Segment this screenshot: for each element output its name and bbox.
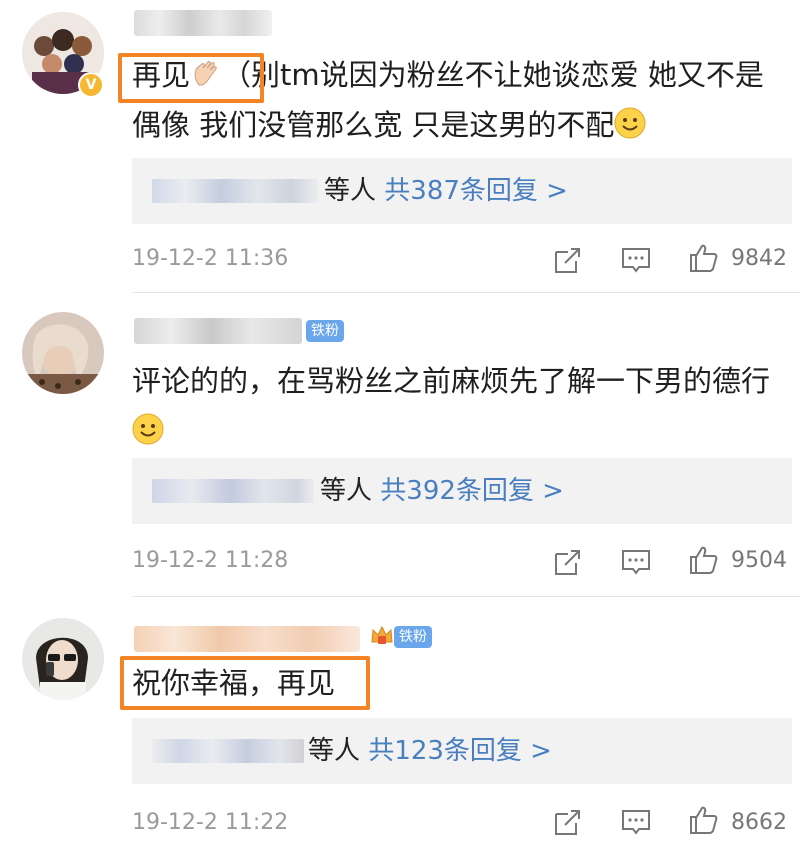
reply-summary[interactable]: 等人 共387条回复 > xyxy=(132,158,792,224)
comment-icon[interactable] xyxy=(620,546,652,578)
comment-icon[interactable] xyxy=(620,806,652,838)
comment-item: 铁粉 评论的的，在骂粉丝之前麻烦先了解一下男的德行 等人 共392条回复 > 1… xyxy=(0,294,800,600)
comment-item: 铁粉 祝你幸福，再见 等人 共123条回复 > 19-12-2 11:22 86… xyxy=(0,600,800,852)
comment-time: 19-12-2 11:36 xyxy=(132,246,289,271)
username[interactable] xyxy=(134,626,360,652)
fan-badge: 铁粉 xyxy=(306,320,344,342)
avatar[interactable] xyxy=(22,312,104,394)
reply-summary[interactable]: 等人 共123条回复 > xyxy=(132,718,792,784)
smile-emoji xyxy=(614,104,646,139)
fan-badge: 铁粉 xyxy=(394,626,432,648)
highlight-box xyxy=(120,656,370,710)
comment-item: V 再见 （别tm说因为粉丝不让她谈恋爱 她又不是偶像 我们没管那么宽 只是这男… xyxy=(0,0,800,294)
like-count: 9504 xyxy=(731,548,787,573)
share-icon[interactable] xyxy=(552,546,584,578)
comment-time: 19-12-2 11:22 xyxy=(132,810,289,835)
reply-deng-label: 等人 xyxy=(320,476,373,506)
smile-emoji xyxy=(132,410,164,445)
username[interactable] xyxy=(134,10,272,36)
reply-usernames-blurred xyxy=(152,479,314,503)
reply-deng-label: 等人 xyxy=(308,736,361,766)
username[interactable] xyxy=(134,318,302,344)
like-icon[interactable] xyxy=(688,804,720,836)
divider xyxy=(132,596,800,597)
divider xyxy=(132,292,800,293)
like-icon[interactable] xyxy=(688,242,720,274)
like-icon[interactable] xyxy=(688,544,720,576)
verified-icon: V xyxy=(78,72,104,98)
comment-text: 评论的的，在骂粉丝之前麻烦先了解一下男的德行 xyxy=(132,364,771,398)
comment-time: 19-12-2 11:28 xyxy=(132,548,289,573)
crown-icon xyxy=(370,624,394,646)
like-count: 8662 xyxy=(731,810,787,835)
view-replies-link[interactable]: 共123条回复 > xyxy=(368,736,552,766)
view-replies-link[interactable]: 共387条回复 > xyxy=(384,176,568,206)
share-icon[interactable] xyxy=(552,244,584,276)
reply-usernames-blurred xyxy=(152,179,318,203)
like-count: 9842 xyxy=(731,246,787,271)
view-replies-link[interactable]: 共392条回复 > xyxy=(380,476,564,506)
avatar[interactable] xyxy=(22,618,104,700)
share-icon[interactable] xyxy=(552,806,584,838)
comment-icon[interactable] xyxy=(620,244,652,276)
reply-summary[interactable]: 等人 共392条回复 > xyxy=(132,458,792,524)
highlight-box xyxy=(118,53,264,103)
reply-deng-label: 等人 xyxy=(324,176,377,206)
comment-content: 评论的的，在骂粉丝之前麻烦先了解一下男的德行 xyxy=(132,356,782,456)
reply-usernames-blurred xyxy=(152,739,304,763)
